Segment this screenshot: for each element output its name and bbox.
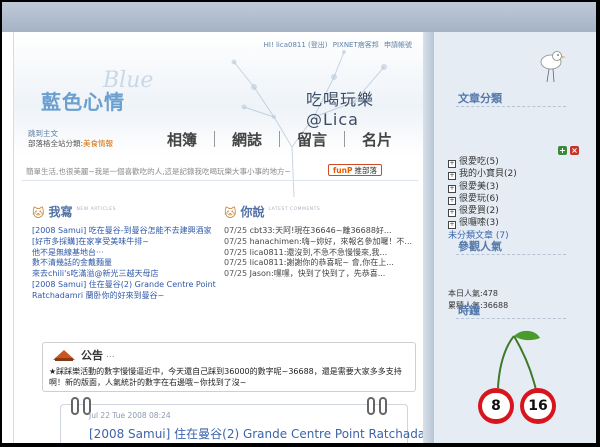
category-underline <box>456 106 566 107</box>
login-status-link[interactable]: HI! lica0811 (登出) <box>264 41 328 49</box>
category-item[interactable]: + 很愛玩(6) <box>448 193 517 205</box>
funp-logo: funP <box>333 165 353 175</box>
post-title[interactable]: [2008 Samui] 住在曼谷(2) Grande Centre Point… <box>89 425 423 442</box>
top-links: HI! lica0811 (登出) PIXNET痞客邦 申請帳號 <box>261 40 412 50</box>
post-card: Jul 22 Tue 2008 08:24 [2008 Samui] 住在曼谷(… <box>60 397 423 443</box>
category-list: + 很愛吃(5) + 我的小寶貝(2) + 很愛美(3) + 很愛玩(6) + 很愛買(2… <box>448 156 517 242</box>
sidebar: 文章分類 + × + 很愛吃(5) + 我的小寶貝(2) + 很愛美(3) + 很愛玩(… <box>434 32 596 443</box>
category-item[interactable]: + 很愛美(3) <box>448 181 517 193</box>
clock-title: 時鐘 <box>458 304 480 317</box>
expand-box-icon[interactable]: + <box>448 160 456 168</box>
comment-item[interactable]: 07/25 hanachimen:嗨~妳好，來報名參加囉！不... <box>224 237 420 248</box>
main-column: HI! lica0811 (登出) PIXNET痞客邦 申請帳號 Blue 藍色… <box>13 32 423 443</box>
comments-panel: 🐱 你說 LATEST COMMENTS 07/25 cbt33:天阿!現在36… <box>224 202 420 326</box>
expand-box-icon[interactable]: + <box>448 196 456 205</box>
category-item[interactable]: + 很愛吃(5) <box>448 156 517 168</box>
announcement-title: 公告 <box>81 349 103 362</box>
signup-link[interactable]: 申請帳號 <box>384 41 412 49</box>
notice-banner-icon <box>53 350 75 361</box>
article-link[interactable]: [2008 Samui] 吃在曼谷-到曼谷怎能不去建興酒家 <box>32 226 222 237</box>
nav-profile[interactable]: 名片 <box>345 129 409 150</box>
comment-item[interactable]: 07/25 cbt33:天阿!現在36646~離36688好... <box>224 226 420 237</box>
category-item[interactable]: + 我的小寶貝(2) <box>448 168 517 181</box>
today-visits: 本日人氣:478 <box>448 289 498 298</box>
expand-button[interactable]: + <box>558 146 567 155</box>
blog-title[interactable]: 吃喝玩樂@Lica <box>306 86 423 129</box>
blog-slogan: 簡單生活,也很美麗~我是一個喜歡吃的人,這是記錄我吃喝玩樂大事小事的地方~ <box>26 167 291 176</box>
tribe-link[interactable]: 美食情報 <box>83 139 113 148</box>
announcement-body: ★踩踩樂活動的數字慢慢逼近中，今天還自己踩到36000的數字呢~36688，還是… <box>49 367 402 387</box>
nav-album[interactable]: 相簿 <box>150 129 214 150</box>
post-date: Jul 22 Tue 2008 08:24 <box>89 411 171 420</box>
cat-icon: 🐱 <box>224 206 237 220</box>
clock-underline <box>456 318 566 319</box>
article-link[interactable]: [好市多採購]在家享受美味牛排~ <box>32 237 222 248</box>
category-item[interactable]: + 很囉嗦(3) <box>448 217 517 230</box>
tribe-label: 部落格全站分類: <box>28 139 84 148</box>
articles-subtitle: NEW ARTICLES <box>76 207 116 212</box>
popularity-underline <box>456 254 566 255</box>
main-nav: 相簿 網誌 留言 名片 <box>150 125 420 153</box>
announcement-header: 公告 ... <box>51 347 115 363</box>
popularity-title: 參觀人氣 <box>458 240 502 253</box>
expand-box-icon[interactable]: + <box>448 209 456 218</box>
article-link[interactable]: 來去chili's吃滿溢@新光三越天母店 <box>32 269 222 280</box>
browser-frame: HI! lica0811 (登出) PIXNET痞客邦 申請帳號 Blue 藍色… <box>2 2 596 443</box>
tribe-category: 部落格全站分類:美食情報 <box>28 138 113 149</box>
announcement-dots: ... <box>106 350 115 360</box>
article-link[interactable]: [2008 Samui] 住在曼谷(2) Grande Centre Point… <box>32 280 222 302</box>
bird-icon <box>540 51 566 83</box>
close-button[interactable]: × <box>570 146 579 155</box>
binder-ring <box>367 397 375 415</box>
comments-title: 你說 <box>240 205 265 219</box>
nav-blog[interactable]: 網誌 <box>215 129 279 150</box>
cherry-icon <box>478 330 556 424</box>
clock-hour: 8 <box>482 393 510 419</box>
article-link[interactable]: 數不清幾話的金戴麵量 <box>32 258 222 269</box>
binder-ring <box>379 397 387 415</box>
articles-title: 我寫 <box>48 205 73 219</box>
funp-text: 推部落 <box>354 165 377 175</box>
expand-box-icon[interactable]: + <box>448 221 456 230</box>
comment-item[interactable]: 07/25 Jason:嘿嘿，快到了快到了，先恭喜... <box>224 269 420 280</box>
articles-panel: 🐱 我寫 NEW ARTICLES [2008 Samui] 吃在曼谷-到曼谷怎… <box>32 202 222 326</box>
divider <box>22 180 418 181</box>
comment-item[interactable]: 07/25 lica0811:還沒到,不急不急慢慢來,我... <box>224 248 420 259</box>
binder-ring <box>71 397 79 415</box>
blog-header: HI! lica0811 (登出) PIXNET痞客邦 申請帳號 Blue 藍色… <box>14 32 423 197</box>
expand-box-icon[interactable]: + <box>448 172 456 181</box>
announcement-box: 公告 ... ★踩踩樂活動的數字慢慢逼近中，今天還自己踩到36000的數字呢~3… <box>42 342 416 392</box>
comments-subtitle: LATEST COMMENTS <box>268 207 321 212</box>
comment-item[interactable]: 07/25 lica0811:謝謝你的恭喜呢~ 會,你在上... <box>224 258 420 269</box>
nav-guestbook[interactable]: 留言 <box>280 129 344 150</box>
cherry-clock: 8 16 <box>474 328 564 440</box>
expand-box-icon[interactable]: + <box>448 184 456 193</box>
articles-header: 🐱 我寫 NEW ARTICLES <box>32 202 222 220</box>
column-divider <box>423 32 434 443</box>
site-logo[interactable]: Blue 藍色心情 <box>41 68 181 114</box>
cat-icon: 🐱 <box>32 206 45 220</box>
pixnet-link[interactable]: PIXNET痞客邦 <box>333 41 379 49</box>
logo-chinese: 藍色心情 <box>41 90 125 114</box>
funp-button[interactable]: funP 推部落 <box>328 164 382 176</box>
category-item[interactable]: + 很愛買(2) <box>448 205 517 218</box>
clock-minute: 16 <box>524 393 552 419</box>
category-title: 文章分類 <box>458 92 502 105</box>
comments-header: 🐱 你說 LATEST COMMENTS <box>224 202 420 220</box>
top-band <box>2 2 596 32</box>
article-link[interactable]: 他不是無線基地台‧‧‧ <box>32 248 222 259</box>
